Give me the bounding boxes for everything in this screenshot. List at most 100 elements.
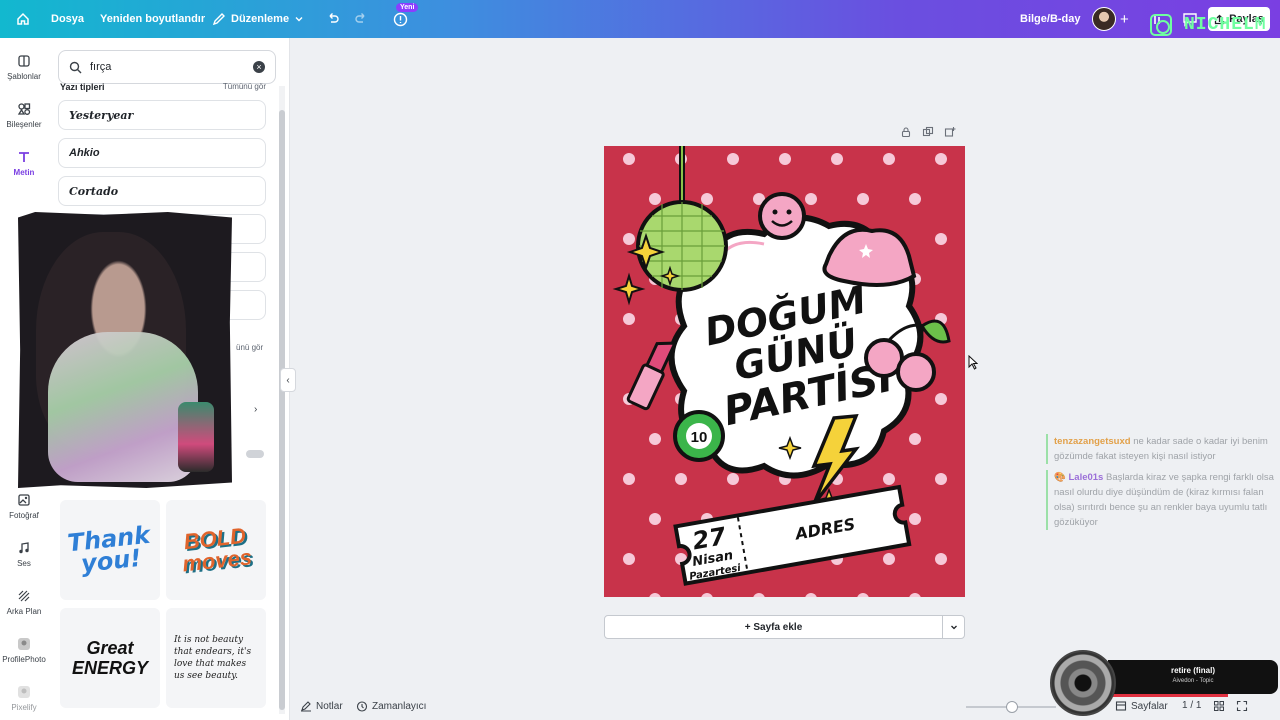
see-all-link[interactable]: Tümünü gör [223, 82, 266, 92]
polka-dot [649, 193, 661, 205]
rail-item-text[interactable]: Metin [0, 150, 48, 177]
sticker-quote[interactable]: It is not beauty that endears, it's love… [166, 608, 266, 708]
add-page-dropdown[interactable] [942, 616, 964, 638]
invitation-artwork: DOĞUM GÜNÜ PARTİSİ 10 27 Nisan Pazartesi… [604, 146, 965, 597]
track-artist: Aivedon - Topic [1172, 678, 1214, 684]
duplicate-icon[interactable] [922, 126, 934, 138]
polka-dot [649, 433, 661, 445]
rail-item-profilephoto[interactable]: ProfilePhoto [0, 637, 48, 664]
sticker-thank-you[interactable]: Thank you! [60, 500, 160, 600]
design-canvas[interactable]: DOĞUM GÜNÜ PARTİSİ 10 27 Nisan Pazartesi… [604, 146, 965, 597]
profilephoto-icon [18, 638, 30, 650]
undo-icon [329, 13, 339, 23]
photo-icon [18, 494, 30, 506]
watermark-text: NICHELM [1184, 15, 1267, 35]
panel-scrollbar[interactable] [279, 86, 285, 714]
polka-dot [623, 153, 635, 165]
section-title: Yazı tipleri [60, 82, 105, 92]
redo-icon [355, 13, 365, 23]
instagram-icon [1150, 14, 1172, 36]
pixelify-icon [18, 686, 30, 698]
polka-dot [623, 473, 635, 485]
undo-button[interactable] [326, 0, 340, 38]
sticker-bold-moves[interactable]: BOLD moves [166, 500, 266, 600]
track-progress [1108, 694, 1228, 697]
redo-button[interactable] [354, 0, 368, 38]
chevron-down-icon [950, 625, 957, 630]
zoom-slider[interactable] [966, 701, 1056, 713]
chevron-left-icon: ‹ [286, 374, 290, 386]
polka-dot [909, 193, 921, 205]
polka-dot [935, 553, 947, 565]
sticker-great-energy[interactable]: Great ENERGY [60, 608, 160, 708]
notes-icon [301, 701, 311, 712]
polka-dot [935, 153, 947, 165]
file-menu[interactable]: Dosya [51, 0, 84, 38]
scrollbar-thumb[interactable] [279, 110, 285, 710]
background-icon [18, 590, 30, 602]
elements-icon [17, 103, 31, 115]
streamer-sweater [48, 332, 198, 482]
polka-dot [727, 153, 739, 165]
webcam-overlay [18, 212, 232, 488]
text-icon [19, 152, 29, 162]
chat-username: tenzazangetsuxd [1054, 436, 1131, 447]
plus-icon: + [1120, 10, 1129, 28]
collapse-panel-button[interactable]: ‹ [280, 368, 296, 392]
polka-dot [909, 433, 921, 445]
see-all-link[interactable]: ünü gör [236, 343, 263, 352]
polka-dot [701, 193, 713, 205]
zoom-slider-knob[interactable] [1006, 701, 1018, 713]
chat-username: Lale01s [1068, 472, 1104, 483]
chevron-right-icon[interactable]: › [254, 404, 257, 415]
polka-dot [883, 553, 895, 565]
edit-menu[interactable]: Düzenleme [212, 0, 304, 38]
track-title: retire (final) [1170, 666, 1215, 675]
polka-dot [727, 473, 739, 485]
stream-watermark: NICHELM [1150, 10, 1280, 38]
search-input[interactable]: fırça × [58, 50, 276, 84]
lock-icon[interactable] [900, 126, 912, 138]
polka-dot [883, 473, 895, 485]
rail-item-pixelify[interactable]: Pixelify [0, 685, 48, 712]
now-playing-info: retire (final) Aivedon - Topic [1108, 660, 1278, 694]
rail-item-photos[interactable]: Fotoğraf [0, 493, 48, 520]
polka-dot [831, 153, 843, 165]
timer-icon [356, 701, 368, 712]
add-page-button[interactable]: + Sayfa ekle [605, 616, 942, 638]
polka-dot [623, 313, 635, 325]
font-item-cortado[interactable]: Cortado [58, 176, 266, 206]
add-page-icon[interactable] [944, 126, 956, 138]
home-button[interactable] [16, 0, 30, 38]
audio-icon [19, 542, 29, 554]
add-collaborator-button[interactable]: + [1120, 0, 1129, 38]
rail-item-background[interactable]: Arka Plan [0, 589, 48, 616]
polka-dot [935, 473, 947, 485]
avatar[interactable] [1092, 7, 1116, 31]
search-icon [69, 61, 82, 73]
toggle[interactable] [246, 450, 264, 458]
new-badge: Yeni [396, 3, 419, 12]
add-page-bar: + Sayfa ekle [604, 615, 965, 639]
clear-search-icon[interactable]: × [253, 61, 265, 73]
now-playing-widget: retire (final) Aivedon - Topic [1050, 648, 1278, 720]
font-item-yesteryear[interactable]: Yesteryear [58, 100, 266, 130]
resize-menu[interactable]: Yeniden boyutlandır [100, 0, 205, 38]
notes-button[interactable]: Notlar [300, 700, 343, 712]
rail-item-audio[interactable]: Ses [0, 541, 48, 568]
timer-button[interactable]: Zamanlayıcı [356, 700, 426, 712]
chat-message: 🎨 Lale01s Başlarda kiraz ve şapka rengi … [1046, 470, 1274, 530]
polka-dot [623, 233, 635, 245]
font-item-ahkio[interactable]: Ahkio [58, 138, 266, 168]
ball-number: 10 [691, 429, 708, 446]
pencil-icon [212, 13, 225, 26]
album-art [1050, 650, 1116, 716]
home-icon [17, 12, 29, 25]
polka-dot [805, 193, 817, 205]
polka-dot [935, 233, 947, 245]
polka-dot [935, 393, 947, 405]
document-title[interactable]: Bilge/B-day [1020, 0, 1081, 38]
chevron-down-icon [295, 17, 303, 22]
rail-item-elements[interactable]: Bileşenler [0, 102, 48, 129]
rail-item-templates[interactable]: Şablonlar [0, 54, 48, 81]
